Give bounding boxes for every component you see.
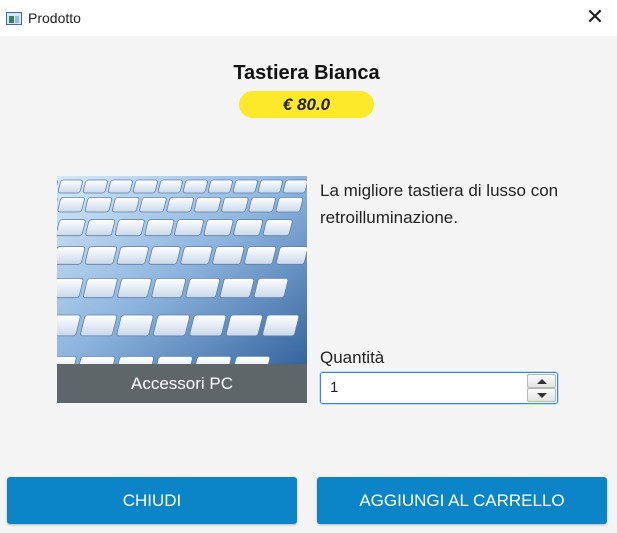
keyboard-key — [144, 219, 175, 237]
keyboard-key — [257, 179, 283, 194]
keyboard-key — [116, 314, 154, 337]
keyboard-key — [219, 278, 255, 299]
keyboard-key — [57, 179, 83, 194]
keyboard-key — [282, 179, 307, 194]
product-description: La migliore tastiera di lusso con retroi… — [320, 181, 559, 227]
keyboard-key — [225, 314, 263, 337]
quantity-input[interactable] — [321, 373, 526, 402]
keyboard-key — [253, 278, 289, 299]
keyboard-image — [57, 176, 307, 364]
keyboard-key — [114, 219, 145, 237]
decrement-button[interactable] — [527, 388, 556, 402]
keyboard-key — [57, 196, 85, 213]
window-title: Prodotto — [28, 10, 81, 26]
keyboard-key — [193, 196, 222, 213]
price-badge: € 80.0 — [239, 91, 374, 118]
keyboard-key — [82, 179, 108, 194]
keyboard-key — [84, 246, 117, 265]
keyboard-key — [148, 246, 181, 265]
keyboard-key — [244, 246, 277, 265]
keyboard-key — [85, 219, 116, 237]
keyboard-key — [221, 196, 249, 213]
keyboard-key — [233, 219, 263, 237]
keyboard-key — [75, 355, 116, 364]
category-label: Accessori PC — [57, 364, 307, 403]
keyboard-key — [57, 355, 77, 364]
increment-button[interactable] — [527, 374, 556, 388]
app-icon — [6, 12, 22, 25]
keyboard-key — [212, 246, 245, 265]
keyboard-key — [203, 219, 234, 237]
quantity-label: Quantità — [320, 348, 385, 367]
product-name: Tastiera Bianca — [233, 62, 380, 84]
keyboard-key — [57, 219, 86, 237]
keyboard-key — [107, 179, 133, 194]
title-bar: Prodotto ✕ — [0, 0, 617, 36]
keyboard-key — [230, 355, 271, 364]
keyboard-key — [157, 179, 183, 194]
quantity-stepper[interactable] — [320, 372, 558, 404]
keyboard-key — [275, 196, 304, 213]
keyboard-key — [207, 179, 233, 194]
keyboard-key — [276, 246, 307, 265]
keyboard-key — [84, 196, 113, 213]
keyboard-key — [132, 179, 158, 194]
keyboard-key — [83, 278, 118, 299]
add-to-cart-button[interactable]: AGGIUNGI AL CARRELLO — [317, 477, 607, 524]
keyboard-key — [80, 314, 118, 337]
keyboard-key — [57, 246, 86, 265]
keyboard-key — [166, 196, 194, 213]
keyboard-key — [185, 278, 221, 299]
chevron-up-icon — [536, 378, 547, 384]
keyboard-key — [262, 314, 300, 337]
keyboard-key — [248, 196, 276, 213]
keyboard-key — [114, 355, 154, 364]
keyboard-key — [180, 246, 213, 265]
keyboard-key — [189, 314, 227, 337]
keyboard-key — [116, 246, 149, 265]
product-image — [57, 176, 307, 364]
keyboard-key — [57, 278, 84, 299]
keyboard-key — [112, 196, 140, 213]
close-window-icon[interactable]: ✕ — [583, 6, 607, 30]
keyboard-key — [139, 196, 167, 213]
keyboard-key — [262, 219, 293, 237]
keyboard-key — [232, 179, 258, 194]
keyboard-key — [192, 355, 232, 364]
keyboard-key — [117, 278, 152, 299]
keyboard-key — [174, 219, 204, 237]
keyboard-key — [153, 355, 193, 364]
chevron-down-icon — [536, 392, 547, 398]
keyboard-key — [182, 179, 208, 194]
keyboard-key — [152, 314, 190, 337]
close-button[interactable]: CHIUDI — [7, 477, 297, 524]
keyboard-key — [151, 278, 186, 299]
